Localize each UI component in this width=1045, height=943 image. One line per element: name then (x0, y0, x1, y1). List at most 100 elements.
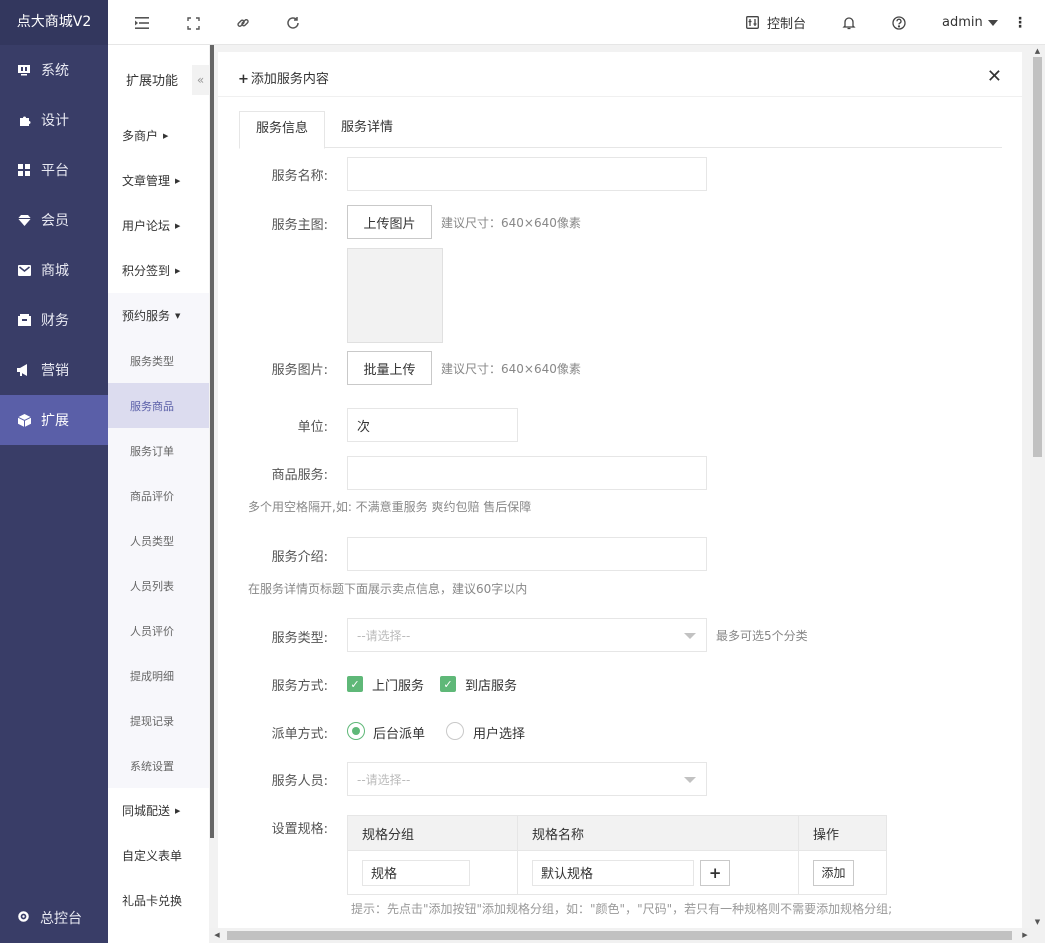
scroll-thumb[interactable] (227, 931, 1012, 940)
spec-label: 设置规格: (271, 822, 328, 837)
grid-icon (17, 163, 31, 177)
link-icon[interactable] (233, 13, 253, 33)
diamond-icon (17, 213, 31, 227)
checkbox-store-service[interactable]: ✓ (440, 676, 456, 692)
tab-service-detail[interactable]: 服务详情 (325, 111, 409, 148)
sidebar-item-7[interactable]: 扩展 (0, 395, 108, 445)
submenu-item[interactable]: 服务商品 (108, 383, 209, 428)
more-vertical-icon[interactable]: ⋮ (1013, 0, 1027, 45)
scroll-right-icon[interactable]: ▶ (1019, 928, 1031, 943)
staff-placeholder: --请选择-- (357, 772, 411, 787)
sidebar-item-label: 营销 (41, 363, 69, 379)
submenu-group[interactable]: 多商户 ▶ (108, 113, 209, 158)
intro-input[interactable] (347, 537, 707, 571)
unit-input[interactable] (347, 408, 518, 442)
submenu-group[interactable]: 用户论坛 ▶ (108, 203, 209, 248)
submenu-item[interactable]: 提成明细 (108, 653, 209, 698)
submenu-item[interactable]: 商品评价 (108, 473, 209, 518)
spec-group-input[interactable] (362, 859, 470, 886)
submenu-group[interactable]: 积分签到 ▶ (108, 248, 209, 293)
intro-label: 服务介绍: (271, 550, 328, 565)
submenu-group[interactable]: 预约服务 ▼ (108, 293, 209, 338)
sidebar-item-6[interactable]: 营销 (0, 345, 108, 395)
submenu-item[interactable]: 提现记录 (108, 698, 209, 743)
submenu-item[interactable]: 服务类型 (108, 338, 209, 383)
sidebar-item-label: 扩展 (41, 413, 69, 429)
gear-icon (17, 910, 30, 927)
sidebar-item-console[interactable]: 总控台 (0, 893, 108, 943)
upload-image-button[interactable]: 上传图片 (347, 205, 432, 239)
scroll-up-icon[interactable]: ▲ (1030, 45, 1045, 57)
puzzle-icon (17, 113, 31, 127)
submenu-item[interactable]: 服务订单 (108, 428, 209, 473)
service-mode-label: 服务方式: (271, 679, 328, 694)
submenu-item[interactable]: 系统设置 (108, 743, 209, 788)
submenu-group[interactable]: 自定义表单 (108, 833, 209, 878)
service-type-select[interactable]: --请选择-- (347, 618, 707, 652)
spec-header-group: 规格分组 (347, 815, 518, 851)
help-icon[interactable] (892, 0, 906, 45)
submenu-group[interactable]: 礼品卡兑换 (108, 878, 209, 923)
monitor-icon (17, 63, 31, 77)
sidebar-item-label: 总控台 (40, 911, 82, 927)
submenu-group-label: 积分签到 (122, 264, 171, 278)
door-service-label: 上门服务 (372, 679, 425, 694)
checkbox-door-service[interactable]: ✓ (347, 676, 363, 692)
caret-down-icon (684, 633, 696, 639)
submenu-item[interactable]: 人员类型 (108, 518, 209, 563)
console-link[interactable]: 控制台 (746, 0, 806, 45)
submenu-group-label: 同城配送 (122, 804, 171, 818)
submenu-group-label: 礼品卡兑换 (122, 894, 183, 908)
menu-toggle-icon[interactable] (132, 13, 152, 33)
sidebar-item-5[interactable]: 财务 (0, 295, 108, 345)
sidebar-item-3[interactable]: 会员 (0, 195, 108, 245)
sidebar-item-label: 系统 (41, 63, 69, 79)
submenu-group-label: 自定义表单 (122, 849, 183, 863)
page-vertical-scrollbar[interactable]: ▲ ▼ (1030, 45, 1045, 928)
scroll-left-icon[interactable]: ◀ (211, 928, 223, 943)
refresh-icon[interactable] (283, 13, 303, 33)
goods-service-input[interactable] (347, 456, 707, 490)
submenu-group[interactable]: 同城配送 ▶ (108, 788, 209, 833)
fullscreen-icon[interactable] (183, 13, 203, 33)
service-type-placeholder: --请选择-- (357, 628, 411, 643)
submenu-item[interactable]: 人员评价 (108, 608, 209, 653)
sidebar-item-label: 会员 (41, 213, 69, 229)
collapse-icon[interactable]: « (192, 65, 209, 95)
submenu-scrollbar[interactable] (210, 45, 214, 838)
main-image-label: 服务主图: (271, 218, 328, 233)
sidebar-item-2[interactable]: 平台 (0, 145, 108, 195)
megaphone-icon (17, 363, 31, 377)
sidebar-item-0[interactable]: 系统 (0, 45, 108, 95)
sidebar-item-4[interactable]: 商城 (0, 245, 108, 295)
add-spec-name-button[interactable]: + (700, 859, 731, 886)
tab-service-info[interactable]: 服务信息 (239, 111, 326, 149)
user-choose-label: 用户选择 (473, 727, 526, 742)
scroll-down-icon[interactable]: ▼ (1030, 916, 1045, 928)
service-name-input[interactable] (347, 157, 707, 191)
add-spec-button[interactable]: 添加 (813, 859, 854, 886)
staff-select[interactable]: --请选择-- (347, 762, 707, 796)
bell-icon[interactable] (842, 0, 856, 45)
spec-name-input[interactable] (532, 859, 694, 886)
user-menu[interactable]: admin (942, 0, 998, 45)
page-horizontal-scrollbar[interactable]: ◀ ▶ (209, 928, 1045, 943)
submenu-group[interactable]: 文章管理 ▶ (108, 158, 209, 203)
console-label: 控制台 (767, 17, 807, 32)
submenu-item[interactable]: 人员列表 (108, 563, 209, 608)
scroll-thumb[interactable] (1033, 57, 1042, 457)
spec-header-name: 规格名称 (517, 815, 799, 851)
service-name-label: 服务名称: (271, 169, 328, 184)
panel-header: + 添加服务内容 ✕ (218, 52, 1022, 97)
batch-upload-button[interactable]: 批量上传 (347, 351, 432, 385)
goods-service-label: 商品服务: (271, 468, 328, 483)
top-header: 控制台 admin ⋮ (108, 0, 1045, 45)
sidebar-item-1[interactable]: 设计 (0, 95, 108, 145)
cube-icon (17, 413, 31, 427)
sidebar-item-label: 商城 (41, 263, 69, 279)
radio-user-choose[interactable] (446, 722, 464, 740)
main-sidebar: 点大商城V2 系统 设计 平台 会员 商城 财务 营销 扩展 总控台 (0, 0, 108, 943)
unit-label: 单位: (297, 420, 328, 435)
close-icon[interactable]: ✕ (987, 68, 1002, 86)
radio-backend-dispatch[interactable] (347, 722, 365, 740)
